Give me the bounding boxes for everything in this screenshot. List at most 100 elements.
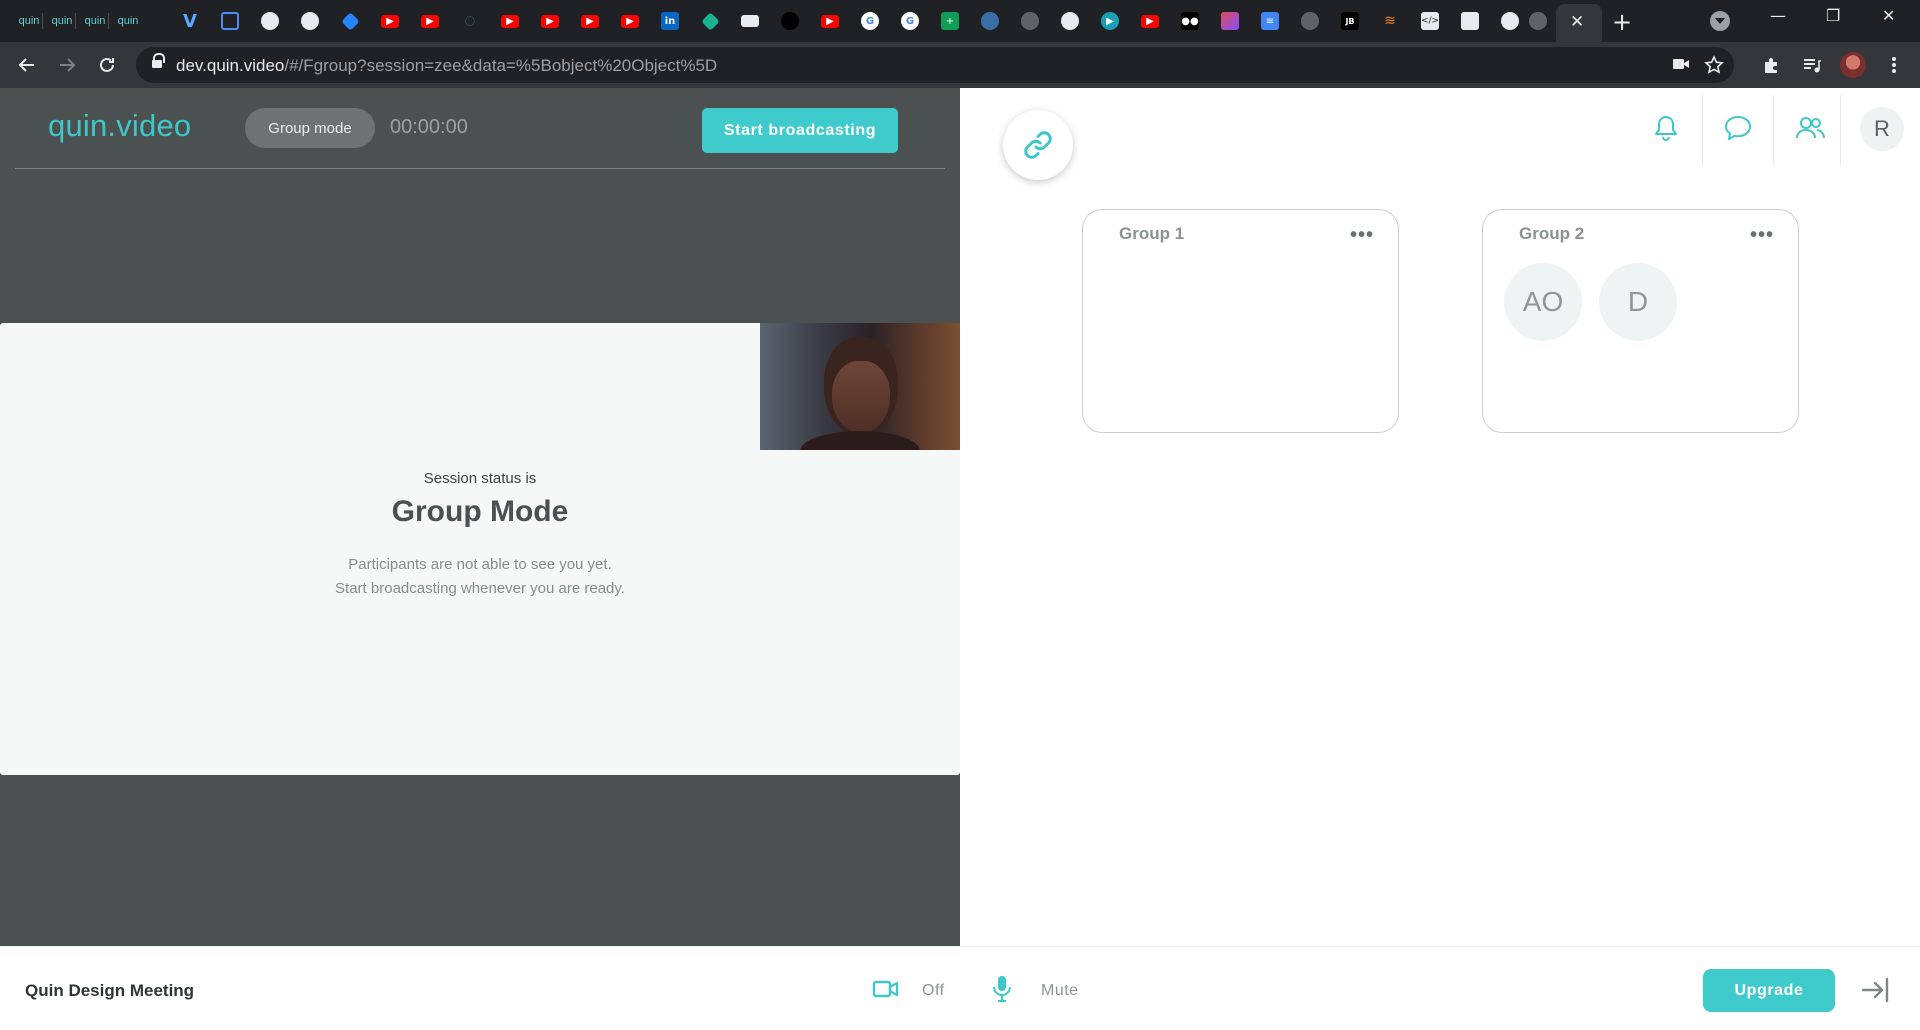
- tab-youtube-5[interactable]: ▶: [578, 9, 602, 33]
- extensions-button[interactable]: [1760, 53, 1784, 77]
- close-window-button[interactable]: ✕: [1882, 6, 1895, 25]
- copy-link-button[interactable]: [1003, 110, 1073, 180]
- tab-diamond[interactable]: [698, 9, 722, 33]
- tab-vuetify[interactable]: V: [178, 9, 202, 33]
- tab-quin-4[interactable]: quin: [116, 9, 140, 33]
- close-tab-icon[interactable]: ✕: [1570, 12, 1584, 32]
- tab-sheets[interactable]: +: [938, 9, 962, 33]
- tab-github-4[interactable]: [1498, 9, 1522, 33]
- play-circle-icon: ▶: [1101, 12, 1119, 30]
- camera-icon[interactable]: [872, 978, 900, 1005]
- meeting-title: Quin Design Meeting: [25, 981, 195, 1000]
- group-card-2[interactable]: Group 2 ••• AO D: [1482, 209, 1799, 433]
- meeting-control-bar: Quin Design Meeting Off Mute Upgrade: [0, 946, 1920, 1030]
- reload-button[interactable]: [95, 53, 119, 77]
- tab-play[interactable]: ▶: [1098, 9, 1122, 33]
- reload-icon: [100, 57, 114, 72]
- quin-video-logo[interactable]: quin.video: [48, 108, 191, 144]
- minimize-button[interactable]: —: [1770, 6, 1786, 25]
- video-person-body: [800, 431, 920, 450]
- member-avatar[interactable]: D: [1599, 263, 1677, 341]
- camera-toggle-label[interactable]: Off: [922, 982, 945, 1000]
- tab-github-3[interactable]: [1058, 9, 1082, 33]
- bookmark-star-icon[interactable]: [1704, 55, 1724, 80]
- tab-github-1[interactable]: [258, 9, 282, 33]
- tab-separator: [42, 13, 43, 29]
- tab-stackoverflow[interactable]: ≋: [1378, 9, 1402, 33]
- docs-icon: ≡: [1261, 12, 1279, 30]
- microphone-icon[interactable]: [991, 974, 1013, 1009]
- leave-session-icon[interactable]: [1860, 975, 1890, 1005]
- user-avatar[interactable]: R: [1860, 107, 1904, 151]
- tab-linkedin[interactable]: in: [658, 9, 682, 33]
- chat-button[interactable]: [1722, 112, 1754, 144]
- tab-youtube-4[interactable]: ▶: [538, 9, 562, 33]
- tab-quin-1[interactable]: quin: [17, 9, 41, 33]
- tab-docs[interactable]: ≡: [1258, 9, 1282, 33]
- camera-in-use-icon[interactable]: [1672, 55, 1690, 78]
- tab-youtube-2[interactable]: ▶: [418, 9, 442, 33]
- browser-toolbar: dev.quin.video/#/Fgroup?session=zee&data…: [0, 42, 1920, 88]
- tab-kotlin[interactable]: [1218, 9, 1242, 33]
- session-status-mode: Group Mode: [391, 495, 569, 528]
- tab-code[interactable]: </>: [1418, 9, 1442, 33]
- mute-toggle-label[interactable]: Mute: [1041, 982, 1079, 1000]
- tab-bird[interactable]: [978, 9, 1002, 33]
- profile-avatar[interactable]: [1840, 52, 1866, 78]
- tab-jira[interactable]: [338, 9, 362, 33]
- tab-quin-label: quin: [117, 15, 139, 27]
- url-text[interactable]: dev.quin.video/#/Fgroup?session=zee&data…: [176, 56, 717, 76]
- browser-menu-button[interactable]: [1882, 53, 1906, 77]
- dark-circle-icon: [781, 12, 799, 30]
- tab-medium[interactable]: ●●: [1178, 9, 1202, 33]
- group-mode-pill[interactable]: Group mode: [245, 108, 375, 148]
- back-button[interactable]: [15, 53, 39, 77]
- tab-github-2[interactable]: [298, 9, 322, 33]
- tab-youtube-6[interactable]: ▶: [618, 9, 642, 33]
- self-video-preview[interactable]: [760, 323, 960, 450]
- tab-jetbrains[interactable]: JB: [1338, 9, 1362, 33]
- playlist-icon: [1804, 59, 1821, 73]
- tab-quin-3[interactable]: quin: [83, 9, 107, 33]
- group-options-icon[interactable]: •••: [1750, 224, 1774, 247]
- address-bar[interactable]: dev.quin.video/#/Fgroup?session=zee&data…: [136, 47, 1734, 83]
- session-status-description: Participants are not able to see you yet…: [0, 553, 960, 601]
- forward-arrow-icon: [60, 58, 76, 72]
- member-avatar[interactable]: AO: [1504, 263, 1582, 341]
- maximize-button[interactable]: ❐: [1826, 6, 1840, 25]
- group-card-1[interactable]: Group 1 •••: [1082, 209, 1399, 433]
- tab-store[interactable]: [738, 9, 762, 33]
- media-control-button[interactable]: [1800, 53, 1824, 77]
- start-broadcasting-button[interactable]: Start broadcasting: [702, 108, 898, 153]
- tab-youtube-3[interactable]: ▶: [498, 9, 522, 33]
- youtube-icon: ▶: [1141, 14, 1159, 28]
- youtube-icon: ▶: [581, 14, 599, 28]
- upgrade-button[interactable]: Upgrade: [1703, 969, 1835, 1012]
- active-tab[interactable]: ✕: [1556, 4, 1602, 42]
- tab-search-button[interactable]: [1710, 11, 1730, 31]
- tab-globe-3[interactable]: [1526, 9, 1550, 33]
- tab-globe-2[interactable]: [1298, 9, 1322, 33]
- tab-quin-label: quin: [18, 15, 40, 27]
- header-divider: [1773, 95, 1774, 165]
- forward-button[interactable]: [55, 53, 79, 77]
- group-options-icon[interactable]: •••: [1350, 224, 1374, 247]
- tab-loading[interactable]: [458, 9, 482, 33]
- participants-button[interactable]: [1794, 112, 1826, 144]
- tab-youtube-8[interactable]: ▶: [1138, 9, 1162, 33]
- new-tab-button[interactable]: +: [1612, 8, 1632, 36]
- tab-circle[interactable]: [778, 9, 802, 33]
- tab-globe-1[interactable]: [1018, 9, 1042, 33]
- tab-frame[interactable]: [218, 9, 242, 33]
- url-path: /#/Fgroup?session=zee&data=%5Bobject%20O…: [284, 56, 718, 75]
- tab-google-2[interactable]: G: [898, 9, 922, 33]
- tab-image[interactable]: [1458, 9, 1482, 33]
- tab-quin-2[interactable]: quin: [50, 9, 74, 33]
- youtube-icon: ▶: [381, 14, 399, 28]
- browser-tab-strip: quin quin quin quin V ▶ ▶ ▶ ▶ ▶ ▶ in ▶ G…: [0, 0, 1920, 42]
- jira-icon: [340, 11, 360, 31]
- tab-youtube-7[interactable]: ▶: [818, 9, 842, 33]
- notifications-button[interactable]: [1650, 112, 1682, 144]
- tab-youtube-1[interactable]: ▶: [378, 9, 402, 33]
- tab-google-1[interactable]: G: [858, 9, 882, 33]
